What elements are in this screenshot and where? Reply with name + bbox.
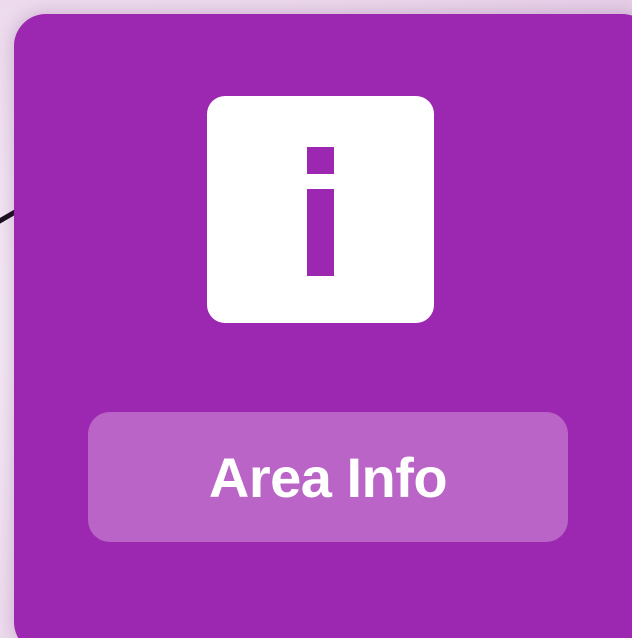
info-icon-stem [307,189,334,276]
canvas: Area Info [0,0,632,638]
area-info-button[interactable]: Area Info [88,412,568,542]
area-info-card[interactable]: Area Info [14,14,632,638]
info-icon [207,96,434,323]
info-icon-dot [307,147,334,174]
